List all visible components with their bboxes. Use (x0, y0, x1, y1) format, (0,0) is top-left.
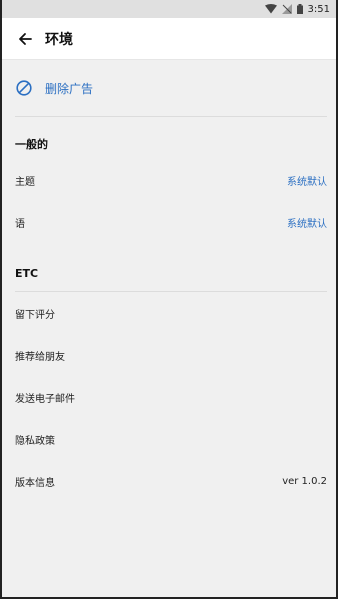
privacy-policy-label: 隐私政策 (15, 435, 55, 447)
rate-app-label: 留下评分 (15, 309, 55, 321)
settings-screen: 3:51 环境 删除广告 一般的 主题 系统默认 语 系统默认 ETC 留下评分… (2, 0, 336, 597)
section-header-general: 一般的 (15, 138, 48, 151)
language-label: 语 (15, 218, 25, 230)
battery-icon (296, 4, 303, 14)
theme-value: 系统默认 (287, 176, 327, 188)
status-bar: 3:51 (2, 0, 336, 18)
privacy-policy-item[interactable]: 隐私政策 (15, 418, 327, 460)
ban-icon (15, 79, 33, 97)
signal-icon (281, 4, 292, 14)
theme-setting[interactable]: 主题 系统默认 (15, 159, 327, 201)
send-email-label: 发送电子邮件 (15, 393, 75, 405)
settings-list: 删除广告 一般的 主题 系统默认 语 系统默认 ETC 留下评分 推荐给朋友 发… (2, 60, 336, 502)
remove-ads-button[interactable]: 删除广告 (15, 60, 327, 116)
version-info-label: 版本信息 (15, 477, 55, 489)
version-info-item[interactable]: 版本信息 ver 1.0.2 (15, 460, 327, 502)
app-bar: 环境 (2, 18, 336, 60)
page-title: 环境 (45, 31, 73, 48)
recommend-item[interactable]: 推荐给朋友 (15, 334, 327, 376)
rate-app-item[interactable]: 留下评分 (15, 292, 327, 334)
recommend-label: 推荐给朋友 (15, 351, 65, 363)
back-arrow-icon[interactable] (15, 29, 35, 49)
theme-label: 主题 (15, 176, 35, 188)
version-value: ver 1.0.2 (282, 475, 327, 487)
wifi-icon (264, 4, 277, 14)
clock: 3:51 (307, 3, 330, 15)
language-setting[interactable]: 语 系统默认 (15, 201, 327, 243)
send-email-item[interactable]: 发送电子邮件 (15, 376, 327, 418)
language-value: 系统默认 (287, 218, 327, 230)
section-header-etc: ETC (15, 267, 39, 280)
remove-ads-label: 删除广告 (45, 81, 94, 96)
